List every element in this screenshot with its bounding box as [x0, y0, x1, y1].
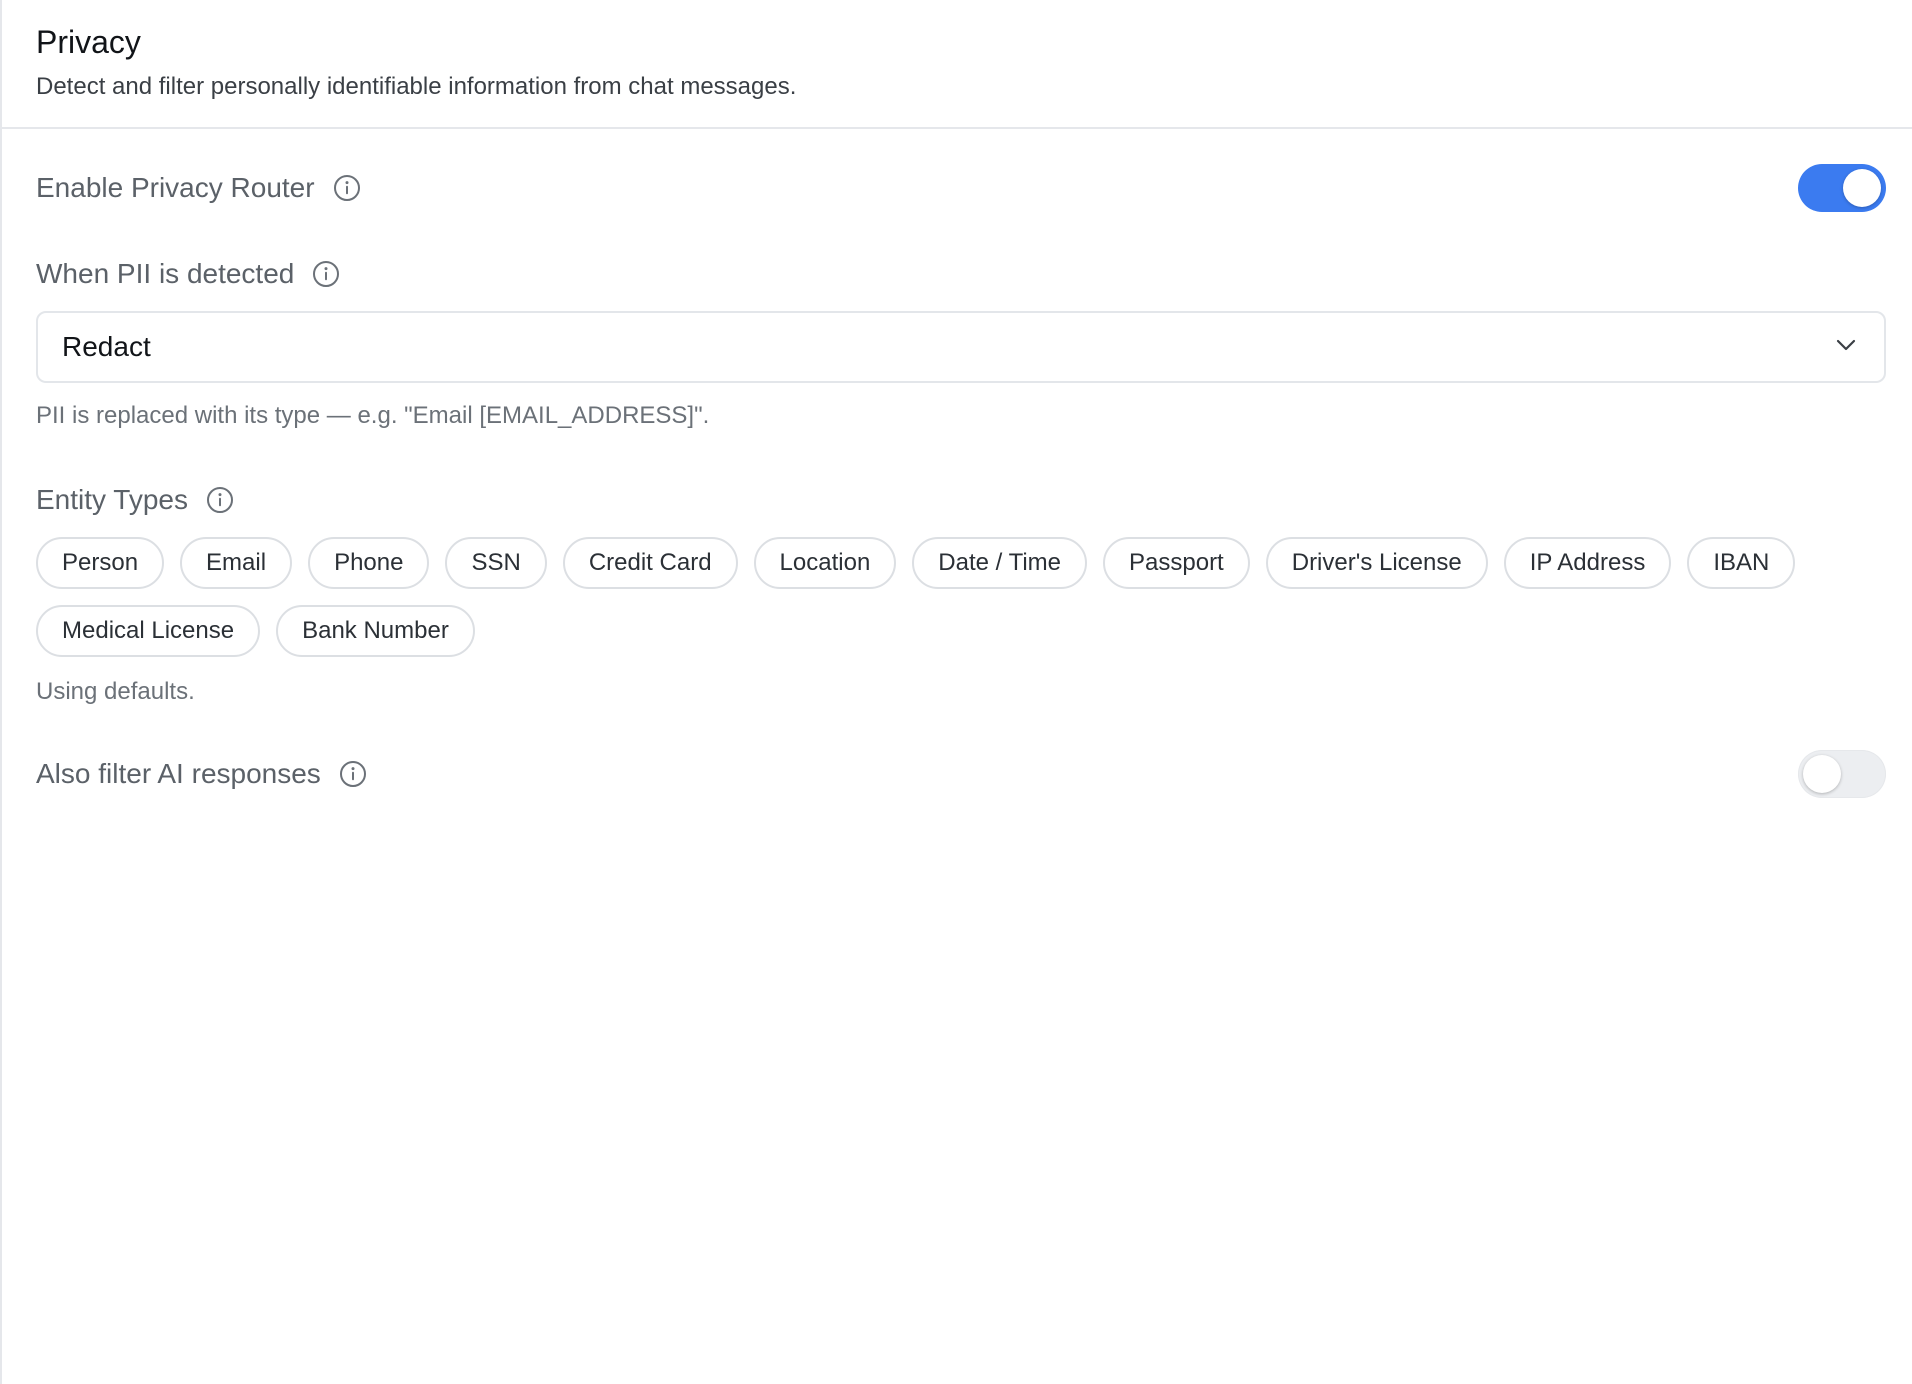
chevron-down-icon [1834, 333, 1858, 362]
pii-action-label: When PII is detected [36, 258, 295, 289]
entity-chip-iban[interactable]: IBAN [1687, 537, 1796, 589]
pii-action-help: PII is replaced with its type — e.g. "Em… [36, 402, 710, 429]
pii-action-select[interactable]: Redact [36, 311, 1886, 383]
ai-responses-row: Also filter AI responses [36, 749, 1886, 799]
ai-responses-label: Also filter AI responses [36, 758, 321, 789]
entity-chip-person[interactable]: Person [36, 537, 165, 589]
entity-types-label: Entity Types [36, 484, 189, 515]
toggle-knob [1803, 755, 1841, 793]
privacy-settings-page: Privacy Detect and filter personally ide… [0, 0, 1912, 1384]
entity-type-chips: Person Email Phone SSN Credit Card Locat… [36, 537, 1886, 657]
entity-chip-credit-card[interactable]: Credit Card [562, 537, 738, 589]
page-subtitle: Detect and filter personally identifiabl… [36, 73, 797, 100]
ai-responses-label-wrap: Also filter AI responses [36, 757, 367, 791]
info-circle-icon[interactable] [206, 486, 234, 514]
pii-action-selected-value: Redact [62, 331, 151, 362]
info-circle-icon[interactable] [333, 174, 361, 202]
entity-chip-phone[interactable]: Phone [308, 537, 430, 589]
toggle-knob [1843, 169, 1881, 207]
page-title: Privacy [36, 24, 141, 60]
settings-content: Enable Privacy Router When PII is detect… [2, 163, 1912, 799]
page-header: Privacy Detect and filter personally ide… [2, 0, 1912, 129]
pii-action-section: When PII is detected Redact PII is repla… [36, 257, 1886, 431]
entity-chip-drivers-license[interactable]: Driver's License [1265, 537, 1488, 589]
entity-chip-ssn[interactable]: SSN [445, 537, 547, 589]
entity-chip-date-time[interactable]: Date / Time [912, 537, 1088, 589]
pii-action-label-wrap: When PII is detected [36, 257, 1886, 291]
entity-types-section: Entity Types Person Email Phone SSN Cred… [36, 483, 1886, 707]
ai-responses-toggle[interactable] [1798, 750, 1886, 798]
info-circle-icon[interactable] [312, 260, 340, 288]
entity-types-help: Using defaults. [36, 678, 195, 705]
entity-chip-email[interactable]: Email [180, 537, 293, 589]
privacy-router-label-wrap: Enable Privacy Router [36, 171, 361, 205]
privacy-router-label: Enable Privacy Router [36, 172, 315, 203]
privacy-router-toggle[interactable] [1798, 164, 1886, 212]
entity-chip-medical-license[interactable]: Medical License [36, 605, 261, 657]
entity-chip-passport[interactable]: Passport [1103, 537, 1250, 589]
info-circle-icon[interactable] [339, 760, 367, 788]
entity-chip-location[interactable]: Location [753, 537, 897, 589]
entity-chip-ip-address[interactable]: IP Address [1503, 537, 1672, 589]
privacy-router-row: Enable Privacy Router [36, 163, 1886, 213]
entity-types-label-wrap: Entity Types [36, 483, 1886, 517]
entity-chip-bank-number[interactable]: Bank Number [276, 605, 475, 657]
